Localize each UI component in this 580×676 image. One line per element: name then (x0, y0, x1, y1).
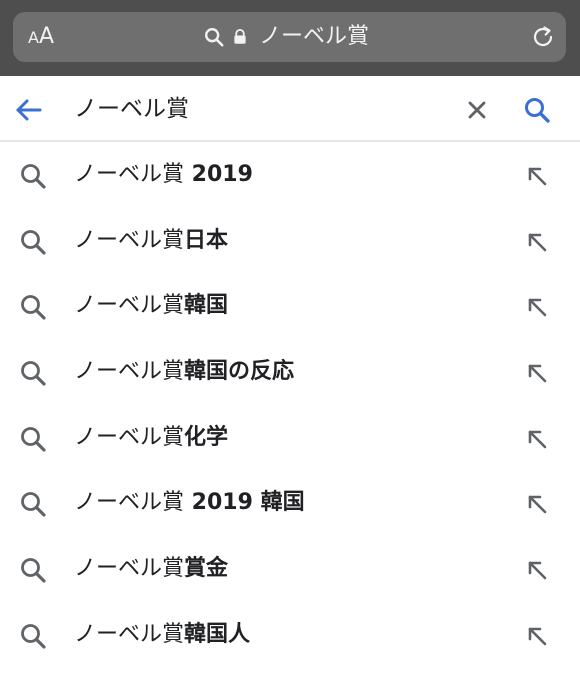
suggestion-prefix: ノーベル賞 (74, 359, 185, 385)
suggestion-text: ノーベル賞韓国 (74, 291, 228, 321)
fill-query-arrow-icon[interactable] (525, 164, 549, 188)
suggestion-item[interactable]: ノーベル賞韓国人 (0, 603, 580, 669)
fill-query-arrow-icon[interactable] (525, 624, 549, 648)
search-icon (21, 558, 46, 583)
suggestion-prefix: ノーベル賞 (74, 556, 185, 582)
fill-query-arrow-icon[interactable] (525, 295, 549, 319)
suggestion-prefix: ノーベル賞 (74, 621, 185, 647)
suggestion-prefix: ノーベル賞 (74, 162, 185, 187)
suggestion-suffix: 2019 (184, 162, 253, 187)
suggestion-text: ノーベル賞日本 (74, 226, 228, 256)
suggestion-suffix: 韓国 (184, 293, 229, 319)
suggestion-item[interactable]: ノーベル賞日本 (0, 209, 580, 275)
lock-icon (234, 28, 246, 44)
suggestion-prefix: ノーベル賞 (74, 227, 185, 253)
search-icon (21, 426, 46, 452)
suggestion-suffix: 韓国の反応 (184, 359, 295, 385)
suggestion-item[interactable]: ノーベル賞 2019 (0, 143, 580, 209)
url-display[interactable]: ノーベル賞 (203, 24, 369, 50)
suggestion-item[interactable]: ノーベル賞韓国の反応 (0, 340, 580, 406)
search-icon (21, 164, 46, 189)
search-icon (21, 623, 46, 649)
search-bar: ノーベル賞 (0, 76, 580, 142)
reload-icon[interactable] (530, 24, 556, 50)
suggestion-text: ノーベル賞韓国人 (74, 620, 250, 650)
fill-query-arrow-icon[interactable] (525, 558, 549, 582)
text-size-big-a: A (38, 24, 55, 49)
suggestion-suffix: 韓国人 (184, 621, 251, 647)
text-size-button[interactable]: A A (28, 24, 54, 50)
search-icon (205, 28, 224, 47)
suggestion-text: ノーベル賞 2019 (74, 160, 253, 190)
back-arrow-icon[interactable] (14, 96, 44, 124)
suggestion-suffix: 賞金 (184, 556, 229, 582)
fill-query-arrow-icon[interactable] (525, 427, 549, 451)
address-bar[interactable]: A A ノーベル賞 (13, 12, 566, 62)
suggestion-text: ノーベル賞賞金 (74, 554, 228, 584)
suggestion-suffix: 化学 (184, 424, 229, 450)
fill-query-arrow-icon[interactable] (525, 361, 549, 385)
suggestion-prefix: ノーベル賞 (74, 490, 185, 516)
suggestion-text: ノーベル賞化学 (74, 423, 228, 453)
suggestion-item[interactable]: ノーベル賞韓国 (0, 274, 580, 340)
search-input[interactable]: ノーベル賞 (74, 94, 189, 124)
url-text: ノーベル賞 (259, 24, 370, 49)
fill-query-arrow-icon[interactable] (525, 230, 549, 254)
search-icon (21, 492, 46, 518)
search-icon (21, 295, 46, 320)
suggestion-item[interactable]: ノーベル賞 2019 韓国 (0, 471, 580, 537)
suggestion-prefix: ノーベル賞 (74, 424, 185, 450)
close-icon[interactable] (466, 99, 488, 121)
suggestion-prefix: ノーベル賞 (74, 293, 185, 319)
divider (0, 140, 580, 142)
suggestion-list: ノーベル賞 2019 ノーベル賞日本 ノーベル賞韓国 ノーベル賞韓国の反応 ノー… (0, 143, 580, 669)
suggestion-suffix: 日本 (184, 227, 229, 253)
suggestion-item[interactable]: ノーベル賞賞金 (0, 537, 580, 603)
browser-toolbar: A A ノーベル賞 (0, 0, 580, 76)
text-size-small-a: A (28, 28, 39, 47)
fill-query-arrow-icon[interactable] (525, 492, 549, 516)
suggestion-suffix: 2019 韓国 (184, 490, 305, 516)
search-icon[interactable] (522, 95, 552, 125)
suggestion-text: ノーベル賞韓国の反応 (74, 357, 294, 387)
search-icon (21, 229, 46, 255)
suggestion-item[interactable]: ノーベル賞化学 (0, 406, 580, 472)
suggestion-text: ノーベル賞 2019 韓国 (74, 488, 305, 518)
search-icon (21, 361, 46, 386)
